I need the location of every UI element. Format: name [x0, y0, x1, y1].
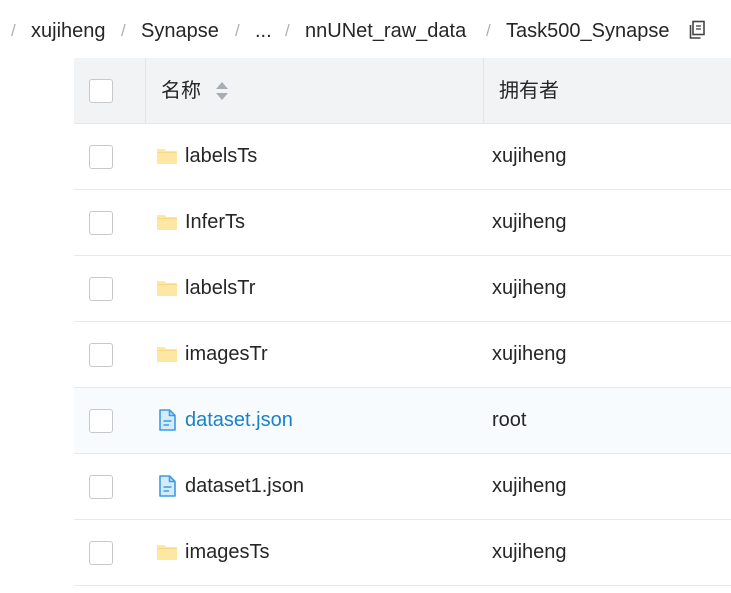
owner-cell: xujiheng: [492, 211, 567, 233]
file-name-link[interactable]: dataset.json: [185, 407, 293, 433]
file-name-link[interactable]: labelsTs: [185, 143, 257, 169]
table-row[interactable]: dataset1.json xujiheng: [74, 454, 731, 520]
file-name-link[interactable]: InferTs: [185, 209, 245, 235]
file-icon: [156, 475, 178, 497]
row-checkbox[interactable]: [89, 343, 113, 367]
row-checkbox[interactable]: [89, 409, 113, 433]
breadcrumb-separator: /: [285, 21, 290, 40]
owner-cell: root: [492, 409, 527, 431]
copy-icon[interactable]: [688, 20, 706, 40]
file-table: 名称 拥有者 labelsTs xujiheng InferTs xujiheng la…: [74, 58, 731, 586]
sort-icon[interactable]: [215, 81, 229, 101]
select-all-checkbox[interactable]: [89, 79, 113, 103]
breadcrumb-item-xujiheng[interactable]: xujiheng: [31, 18, 106, 44]
table-row[interactable]: dataset.json root: [74, 388, 731, 454]
row-checkbox[interactable]: [89, 475, 113, 499]
folder-icon: [156, 211, 178, 233]
table-header: 名称 拥有者: [74, 58, 731, 124]
row-checkbox[interactable]: [89, 277, 113, 301]
table-row[interactable]: labelsTs xujiheng: [74, 124, 731, 190]
column-divider: [483, 58, 484, 124]
folder-icon: [156, 145, 178, 167]
breadcrumb-separator: /: [11, 21, 16, 40]
table-body: labelsTs xujiheng InferTs xujiheng labelsTr x…: [74, 124, 731, 586]
table-row[interactable]: InferTs xujiheng: [74, 190, 731, 256]
breadcrumb-item-ellipsis[interactable]: ...: [255, 18, 272, 44]
owner-cell: xujiheng: [492, 277, 567, 299]
folder-icon: [156, 541, 178, 563]
file-name-link[interactable]: labelsTr: [185, 275, 255, 301]
table-row[interactable]: labelsTr xujiheng: [74, 256, 731, 322]
owner-cell: xujiheng: [492, 541, 567, 563]
breadcrumb: / xujiheng / Synapse / ... / nnUNet_raw_…: [0, 0, 731, 60]
breadcrumb-item-synapse[interactable]: Synapse: [141, 18, 219, 44]
row-checkbox[interactable]: [89, 541, 113, 565]
column-header-name[interactable]: 名称: [161, 78, 201, 104]
table-row[interactable]: imagesTs xujiheng: [74, 520, 731, 586]
folder-icon: [156, 343, 178, 365]
table-row[interactable]: imagesTr xujiheng: [74, 322, 731, 388]
file-name-link[interactable]: imagesTr: [185, 341, 268, 367]
file-name-link[interactable]: dataset1.json: [185, 473, 304, 499]
file-name-link[interactable]: imagesTs: [185, 539, 269, 565]
breadcrumb-item-nnunet-raw-data[interactable]: nnUNet_raw_data: [305, 18, 466, 44]
breadcrumb-separator: /: [121, 21, 126, 40]
column-divider: [145, 58, 146, 124]
folder-icon: [156, 277, 178, 299]
breadcrumb-separator: /: [235, 21, 240, 40]
owner-cell: xujiheng: [492, 343, 567, 365]
breadcrumb-separator: /: [486, 21, 491, 40]
row-checkbox[interactable]: [89, 211, 113, 235]
file-icon: [156, 409, 178, 431]
owner-cell: xujiheng: [492, 475, 567, 497]
owner-cell: xujiheng: [492, 145, 567, 167]
breadcrumb-item-current: Task500_Synapse: [506, 20, 670, 42]
column-header-owner: 拥有者: [499, 80, 559, 102]
row-checkbox[interactable]: [89, 145, 113, 169]
